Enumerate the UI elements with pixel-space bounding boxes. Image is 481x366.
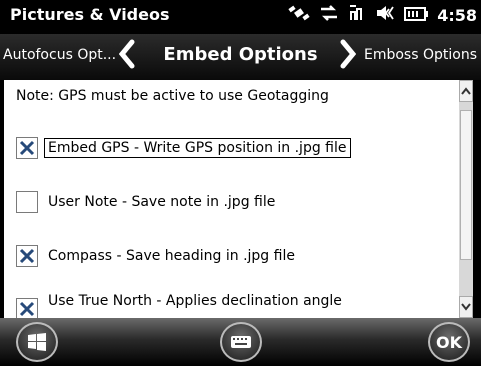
compass-label[interactable]: Compass - Save heading in .jpg file [48, 248, 295, 264]
sync-arrows-icon [319, 5, 339, 25]
checkmark-x-icon [19, 301, 35, 317]
gps-satellite-icon [288, 4, 310, 26]
page-nav-bar: Autofocus Opt... Embed Options Emboss Op… [0, 34, 481, 80]
status-icons: 4:58 [288, 4, 477, 26]
gps-note: Note: GPS must be active to use Geotaggi… [16, 88, 329, 104]
signal-icon [348, 4, 366, 26]
volume-icon [375, 5, 395, 25]
clock-time: 4:58 [437, 5, 477, 25]
keyboard-icon [231, 336, 251, 348]
user-note-label[interactable]: User Note - Save note in .jpg file [48, 194, 275, 210]
scroll-thumb[interactable] [460, 110, 472, 260]
option-user-note[interactable]: User Note - Save note in .jpg file [16, 191, 275, 213]
compass-checkbox[interactable] [16, 245, 38, 267]
scroll-up-button[interactable] [459, 80, 473, 102]
status-bar: Pictures & Videos 4:58 [0, 0, 481, 34]
soft-key-bar: OK [0, 318, 481, 366]
app-title: Pictures & Videos [10, 5, 170, 24]
option-compass[interactable]: Compass - Save heading in .jpg file [16, 245, 295, 267]
option-embed-gps[interactable]: Embed GPS - Write GPS position in .jpg f… [16, 137, 351, 159]
keyboard-button[interactable] [220, 322, 262, 362]
checkmark-x-icon [19, 140, 35, 156]
vertical-scrollbar[interactable] [459, 80, 473, 318]
next-page-link[interactable]: Emboss Options [364, 47, 477, 63]
option-true-north[interactable]: Use True North - Applies declination ang… [16, 293, 342, 318]
scroll-down-button[interactable] [459, 296, 473, 318]
right-chevron-icon[interactable] [340, 39, 357, 73]
ok-button[interactable]: OK [428, 322, 470, 362]
chevron-down-icon [461, 303, 471, 311]
embed-gps-label[interactable]: Embed GPS - Write GPS position in .jpg f… [44, 138, 351, 158]
true-north-label[interactable]: Use True North - Applies declination ang… [48, 293, 342, 309]
ok-label: OK [436, 332, 462, 352]
options-panel: Note: GPS must be active to use Geotaggi… [4, 80, 473, 318]
user-note-checkbox[interactable] [16, 191, 38, 213]
battery-icon [404, 6, 429, 25]
chevron-up-icon [461, 87, 471, 95]
windows-logo-icon [28, 333, 46, 351]
start-button[interactable] [16, 322, 58, 362]
embed-gps-checkbox[interactable] [16, 137, 38, 159]
checkmark-x-icon [19, 248, 35, 264]
true-north-checkbox[interactable] [16, 298, 38, 318]
